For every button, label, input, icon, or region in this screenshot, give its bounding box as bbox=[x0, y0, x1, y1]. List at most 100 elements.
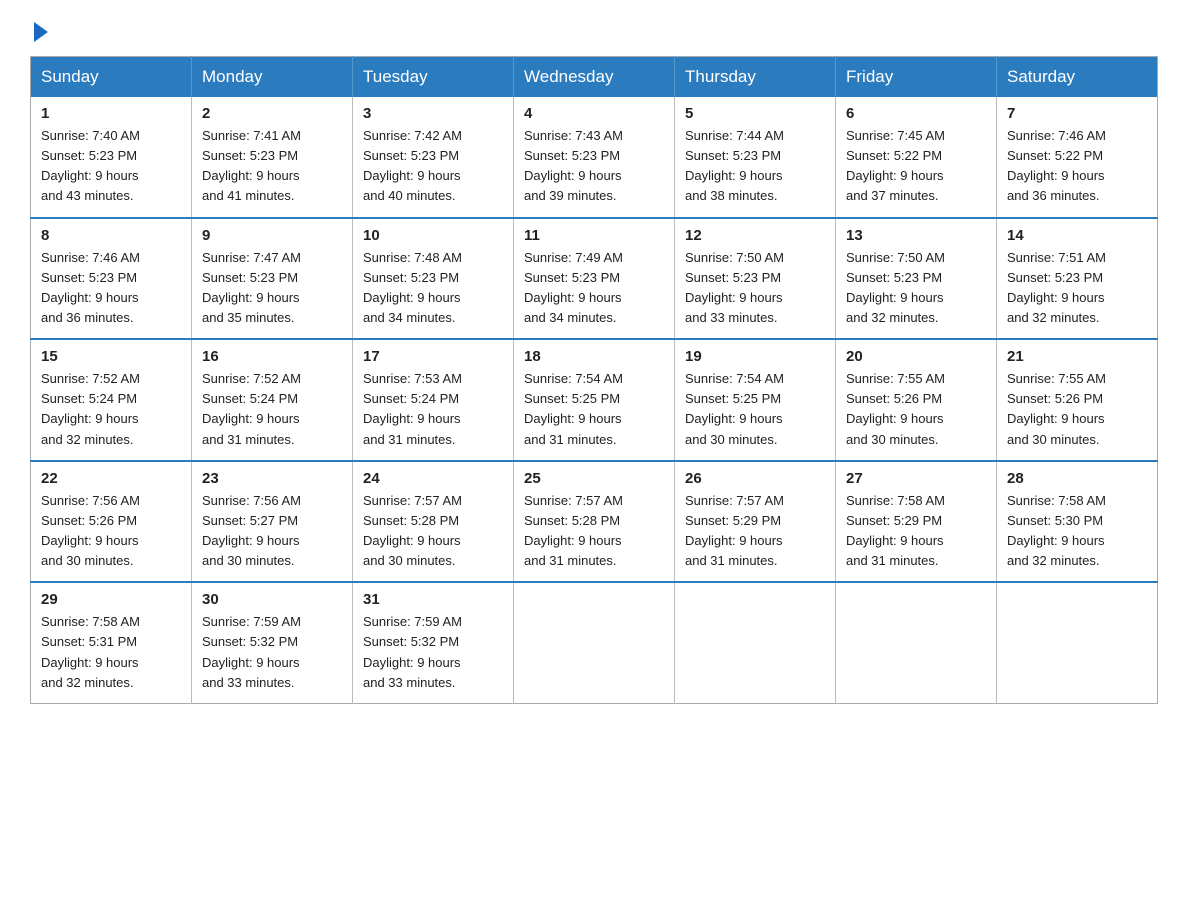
day-info: Sunrise: 7:59 AMSunset: 5:32 PMDaylight:… bbox=[363, 614, 462, 689]
weekday-header-wednesday: Wednesday bbox=[514, 57, 675, 98]
day-info: Sunrise: 7:49 AMSunset: 5:23 PMDaylight:… bbox=[524, 250, 623, 325]
day-number: 1 bbox=[41, 105, 181, 122]
day-info: Sunrise: 7:41 AMSunset: 5:23 PMDaylight:… bbox=[202, 128, 301, 203]
day-info: Sunrise: 7:44 AMSunset: 5:23 PMDaylight:… bbox=[685, 128, 784, 203]
day-info: Sunrise: 7:40 AMSunset: 5:23 PMDaylight:… bbox=[41, 128, 140, 203]
day-number: 11 bbox=[524, 227, 664, 244]
day-info: Sunrise: 7:57 AMSunset: 5:28 PMDaylight:… bbox=[524, 493, 623, 568]
weekday-header-tuesday: Tuesday bbox=[353, 57, 514, 98]
calendar-cell: 18 Sunrise: 7:54 AMSunset: 5:25 PMDaylig… bbox=[514, 339, 675, 461]
day-info: Sunrise: 7:51 AMSunset: 5:23 PMDaylight:… bbox=[1007, 250, 1106, 325]
day-number: 7 bbox=[1007, 105, 1147, 122]
calendar-cell: 31 Sunrise: 7:59 AMSunset: 5:32 PMDaylig… bbox=[353, 582, 514, 703]
day-info: Sunrise: 7:59 AMSunset: 5:32 PMDaylight:… bbox=[202, 614, 301, 689]
day-number: 19 bbox=[685, 348, 825, 365]
weekday-header-row: SundayMondayTuesdayWednesdayThursdayFrid… bbox=[31, 57, 1158, 98]
calendar-cell: 10 Sunrise: 7:48 AMSunset: 5:23 PMDaylig… bbox=[353, 218, 514, 340]
day-number: 15 bbox=[41, 348, 181, 365]
day-number: 18 bbox=[524, 348, 664, 365]
day-info: Sunrise: 7:50 AMSunset: 5:23 PMDaylight:… bbox=[846, 250, 945, 325]
calendar-week-row: 1 Sunrise: 7:40 AMSunset: 5:23 PMDayligh… bbox=[31, 97, 1158, 218]
day-info: Sunrise: 7:56 AMSunset: 5:27 PMDaylight:… bbox=[202, 493, 301, 568]
day-info: Sunrise: 7:58 AMSunset: 5:31 PMDaylight:… bbox=[41, 614, 140, 689]
day-number: 27 bbox=[846, 470, 986, 487]
calendar-cell: 12 Sunrise: 7:50 AMSunset: 5:23 PMDaylig… bbox=[675, 218, 836, 340]
calendar-week-row: 22 Sunrise: 7:56 AMSunset: 5:26 PMDaylig… bbox=[31, 461, 1158, 583]
day-number: 14 bbox=[1007, 227, 1147, 244]
day-number: 4 bbox=[524, 105, 664, 122]
day-number: 22 bbox=[41, 470, 181, 487]
day-number: 13 bbox=[846, 227, 986, 244]
weekday-header-monday: Monday bbox=[192, 57, 353, 98]
logo bbox=[30, 20, 48, 38]
day-number: 31 bbox=[363, 591, 503, 608]
day-number: 21 bbox=[1007, 348, 1147, 365]
calendar-cell: 26 Sunrise: 7:57 AMSunset: 5:29 PMDaylig… bbox=[675, 461, 836, 583]
calendar-cell: 4 Sunrise: 7:43 AMSunset: 5:23 PMDayligh… bbox=[514, 97, 675, 218]
day-info: Sunrise: 7:54 AMSunset: 5:25 PMDaylight:… bbox=[524, 371, 623, 446]
calendar-cell: 20 Sunrise: 7:55 AMSunset: 5:26 PMDaylig… bbox=[836, 339, 997, 461]
calendar-cell: 7 Sunrise: 7:46 AMSunset: 5:22 PMDayligh… bbox=[997, 97, 1158, 218]
day-number: 17 bbox=[363, 348, 503, 365]
logo-arrow-icon bbox=[34, 22, 48, 42]
day-number: 8 bbox=[41, 227, 181, 244]
calendar-cell: 13 Sunrise: 7:50 AMSunset: 5:23 PMDaylig… bbox=[836, 218, 997, 340]
calendar-cell: 29 Sunrise: 7:58 AMSunset: 5:31 PMDaylig… bbox=[31, 582, 192, 703]
day-info: Sunrise: 7:57 AMSunset: 5:28 PMDaylight:… bbox=[363, 493, 462, 568]
calendar-cell: 28 Sunrise: 7:58 AMSunset: 5:30 PMDaylig… bbox=[997, 461, 1158, 583]
calendar-cell: 17 Sunrise: 7:53 AMSunset: 5:24 PMDaylig… bbox=[353, 339, 514, 461]
day-number: 12 bbox=[685, 227, 825, 244]
day-number: 2 bbox=[202, 105, 342, 122]
calendar-cell: 27 Sunrise: 7:58 AMSunset: 5:29 PMDaylig… bbox=[836, 461, 997, 583]
day-number: 5 bbox=[685, 105, 825, 122]
day-info: Sunrise: 7:47 AMSunset: 5:23 PMDaylight:… bbox=[202, 250, 301, 325]
day-info: Sunrise: 7:53 AMSunset: 5:24 PMDaylight:… bbox=[363, 371, 462, 446]
day-info: Sunrise: 7:52 AMSunset: 5:24 PMDaylight:… bbox=[202, 371, 301, 446]
day-number: 30 bbox=[202, 591, 342, 608]
calendar-cell: 15 Sunrise: 7:52 AMSunset: 5:24 PMDaylig… bbox=[31, 339, 192, 461]
calendar-cell: 5 Sunrise: 7:44 AMSunset: 5:23 PMDayligh… bbox=[675, 97, 836, 218]
day-number: 25 bbox=[524, 470, 664, 487]
calendar-week-row: 8 Sunrise: 7:46 AMSunset: 5:23 PMDayligh… bbox=[31, 218, 1158, 340]
weekday-header-friday: Friday bbox=[836, 57, 997, 98]
day-number: 24 bbox=[363, 470, 503, 487]
day-info: Sunrise: 7:58 AMSunset: 5:30 PMDaylight:… bbox=[1007, 493, 1106, 568]
day-number: 6 bbox=[846, 105, 986, 122]
day-info: Sunrise: 7:58 AMSunset: 5:29 PMDaylight:… bbox=[846, 493, 945, 568]
day-info: Sunrise: 7:55 AMSunset: 5:26 PMDaylight:… bbox=[846, 371, 945, 446]
day-number: 29 bbox=[41, 591, 181, 608]
day-info: Sunrise: 7:42 AMSunset: 5:23 PMDaylight:… bbox=[363, 128, 462, 203]
day-info: Sunrise: 7:50 AMSunset: 5:23 PMDaylight:… bbox=[685, 250, 784, 325]
calendar-table: SundayMondayTuesdayWednesdayThursdayFrid… bbox=[30, 56, 1158, 704]
calendar-cell bbox=[997, 582, 1158, 703]
calendar-week-row: 29 Sunrise: 7:58 AMSunset: 5:31 PMDaylig… bbox=[31, 582, 1158, 703]
calendar-cell: 30 Sunrise: 7:59 AMSunset: 5:32 PMDaylig… bbox=[192, 582, 353, 703]
day-info: Sunrise: 7:46 AMSunset: 5:23 PMDaylight:… bbox=[41, 250, 140, 325]
calendar-cell: 16 Sunrise: 7:52 AMSunset: 5:24 PMDaylig… bbox=[192, 339, 353, 461]
day-number: 16 bbox=[202, 348, 342, 365]
calendar-cell: 1 Sunrise: 7:40 AMSunset: 5:23 PMDayligh… bbox=[31, 97, 192, 218]
calendar-week-row: 15 Sunrise: 7:52 AMSunset: 5:24 PMDaylig… bbox=[31, 339, 1158, 461]
day-number: 10 bbox=[363, 227, 503, 244]
calendar-cell: 24 Sunrise: 7:57 AMSunset: 5:28 PMDaylig… bbox=[353, 461, 514, 583]
page-header bbox=[30, 20, 1158, 38]
day-info: Sunrise: 7:55 AMSunset: 5:26 PMDaylight:… bbox=[1007, 371, 1106, 446]
calendar-cell bbox=[514, 582, 675, 703]
day-info: Sunrise: 7:52 AMSunset: 5:24 PMDaylight:… bbox=[41, 371, 140, 446]
day-number: 28 bbox=[1007, 470, 1147, 487]
day-info: Sunrise: 7:54 AMSunset: 5:25 PMDaylight:… bbox=[685, 371, 784, 446]
calendar-cell: 14 Sunrise: 7:51 AMSunset: 5:23 PMDaylig… bbox=[997, 218, 1158, 340]
calendar-cell: 9 Sunrise: 7:47 AMSunset: 5:23 PMDayligh… bbox=[192, 218, 353, 340]
calendar-cell: 11 Sunrise: 7:49 AMSunset: 5:23 PMDaylig… bbox=[514, 218, 675, 340]
day-info: Sunrise: 7:43 AMSunset: 5:23 PMDaylight:… bbox=[524, 128, 623, 203]
calendar-cell: 21 Sunrise: 7:55 AMSunset: 5:26 PMDaylig… bbox=[997, 339, 1158, 461]
day-info: Sunrise: 7:45 AMSunset: 5:22 PMDaylight:… bbox=[846, 128, 945, 203]
calendar-cell: 8 Sunrise: 7:46 AMSunset: 5:23 PMDayligh… bbox=[31, 218, 192, 340]
day-number: 20 bbox=[846, 348, 986, 365]
weekday-header-thursday: Thursday bbox=[675, 57, 836, 98]
day-info: Sunrise: 7:48 AMSunset: 5:23 PMDaylight:… bbox=[363, 250, 462, 325]
calendar-cell: 23 Sunrise: 7:56 AMSunset: 5:27 PMDaylig… bbox=[192, 461, 353, 583]
day-number: 23 bbox=[202, 470, 342, 487]
calendar-cell: 25 Sunrise: 7:57 AMSunset: 5:28 PMDaylig… bbox=[514, 461, 675, 583]
calendar-cell: 19 Sunrise: 7:54 AMSunset: 5:25 PMDaylig… bbox=[675, 339, 836, 461]
